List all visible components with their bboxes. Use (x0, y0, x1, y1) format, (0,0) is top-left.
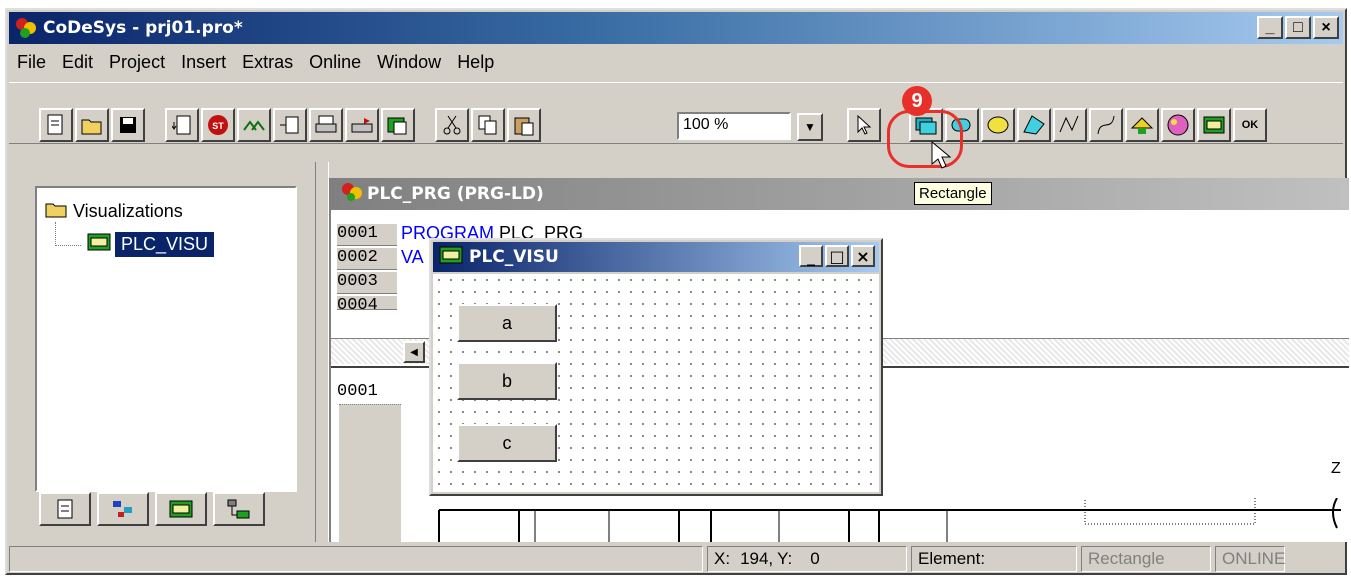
toolbar: ST 100 % ▼ OK (9, 82, 1343, 144)
tab-data-types[interactable] (97, 492, 149, 526)
menu-help[interactable]: Help (449, 52, 502, 73)
copy-icon[interactable] (471, 108, 505, 142)
status-element-label: Element: (911, 546, 1077, 572)
editor-title: PLC_PRG (PRG-LD) (367, 184, 544, 204)
visu-title-bar: PLC_VISU _ □ × (433, 242, 879, 272)
visualization-icon (87, 232, 111, 257)
tree-connector (55, 222, 81, 246)
paste-icon[interactable] (507, 108, 541, 142)
visu-maximize-button[interactable]: □ (825, 245, 849, 267)
folder-icon (45, 200, 67, 223)
visu-minimize-button[interactable]: _ (799, 245, 823, 267)
visu-button-a[interactable]: a (457, 304, 557, 342)
curve-tool-icon[interactable] (1089, 108, 1123, 142)
editor-title-bar: PLC_PRG (PRG-LD) (331, 178, 1349, 210)
cut-icon[interactable] (435, 108, 469, 142)
ellipse-tool-icon[interactable] (981, 108, 1015, 142)
line-number: 0001 (337, 224, 378, 243)
mouse-cursor-icon (931, 140, 951, 169)
button-tool-icon[interactable] (1197, 108, 1231, 142)
codesys-app-icon (15, 17, 37, 39)
network-gutter (339, 404, 401, 542)
chevron-down-icon[interactable]: ▼ (797, 113, 823, 141)
visu-close-button[interactable]: × (851, 245, 875, 267)
highlight-circle (887, 110, 963, 168)
menu-project[interactable]: Project (101, 52, 173, 73)
visu-button-c[interactable]: c (457, 424, 557, 462)
minimize-button[interactable]: _ (1257, 16, 1283, 39)
login-icon[interactable] (165, 108, 199, 142)
status-element-type: Rectangle (1081, 546, 1211, 572)
menu-extras[interactable]: Extras (234, 52, 301, 73)
open-folder-icon[interactable] (75, 108, 109, 142)
rectangle-tooltip: Rectangle (914, 182, 992, 205)
status-bar: X: 194, Y: 0 Element: Rectangle ONLINE (9, 544, 1343, 574)
visu-canvas[interactable]: a b c (433, 274, 879, 492)
run-icon[interactable] (237, 108, 271, 142)
code-keyword: VA (401, 247, 424, 267)
object-organizer: Visualizations PLC_VISU (35, 186, 297, 492)
tab-resources[interactable] (213, 492, 265, 526)
print-preview-icon[interactable] (345, 108, 379, 142)
menu-bar: File Edit Project Insert Extras Online W… (9, 46, 1343, 78)
plc-visu-window: PLC_VISU _ □ × a b c (429, 238, 883, 496)
menu-online[interactable]: Online (301, 52, 369, 73)
window-title: CoDeSys - prj01.pro* (43, 18, 243, 38)
select-pointer-icon[interactable] (847, 108, 881, 142)
polygon-tool-icon[interactable] (1017, 108, 1051, 142)
tree-root-label: Visualizations (73, 201, 183, 221)
code-line-2[interactable]: VA (401, 247, 424, 268)
step-icon[interactable] (273, 108, 307, 142)
library-icon[interactable] (381, 108, 415, 142)
print-icon[interactable] (309, 108, 343, 142)
menu-insert[interactable]: Insert (173, 52, 234, 73)
tab-visualizations[interactable] (155, 492, 207, 526)
status-message (9, 546, 703, 572)
status-online: ONLINE (1215, 546, 1285, 572)
line-number: 0004 (337, 296, 378, 310)
status-coordinates: X: 194, Y: 0 (707, 546, 907, 572)
menu-file[interactable]: File (9, 52, 54, 73)
visu-button-b[interactable]: b (457, 362, 557, 400)
x-value: 194, (740, 549, 774, 568)
coil-label: Z (1331, 460, 1341, 477)
y-value: 0 (810, 549, 820, 568)
organizer-tabs (39, 492, 271, 526)
maximize-button[interactable]: □ (1285, 16, 1311, 39)
line-number: 0002 (337, 248, 378, 267)
close-button[interactable]: × (1313, 16, 1339, 39)
tab-pous[interactable] (39, 492, 91, 526)
y-label: Y: (777, 549, 793, 568)
visualization-tool-icon[interactable] (1161, 108, 1195, 142)
visu-title: PLC_VISU (469, 247, 559, 267)
plc-prg-icon (341, 182, 363, 207)
bitmap-tool-icon[interactable] (1125, 108, 1159, 142)
x-label: X: (714, 549, 731, 568)
ladder-rungs (438, 498, 1341, 542)
menu-edit[interactable]: Edit (54, 52, 101, 73)
scroll-left-icon[interactable]: ◀ (403, 341, 425, 363)
title-bar: CoDeSys - prj01.pro* _ □ × (9, 12, 1343, 44)
polyline-tool-icon[interactable] (1053, 108, 1087, 142)
zoom-combo[interactable]: 100 % (677, 112, 791, 140)
tree-root-visualizations[interactable]: Visualizations (45, 200, 183, 223)
network-number: 0001 (337, 382, 378, 401)
svg-text:ST: ST (212, 121, 224, 131)
save-icon[interactable] (111, 108, 145, 142)
visualization-icon (439, 245, 463, 270)
splitter[interactable] (315, 162, 329, 542)
tree-item-plc-visu[interactable]: PLC_VISU (87, 232, 215, 257)
ok-button-tool[interactable]: OK (1233, 108, 1267, 142)
stop-icon[interactable]: ST (201, 108, 235, 142)
menu-window[interactable]: Window (369, 52, 449, 73)
tree-item-label: PLC_VISU (115, 232, 215, 257)
new-file-icon[interactable] (39, 108, 73, 142)
line-number: 0003 (337, 272, 378, 291)
